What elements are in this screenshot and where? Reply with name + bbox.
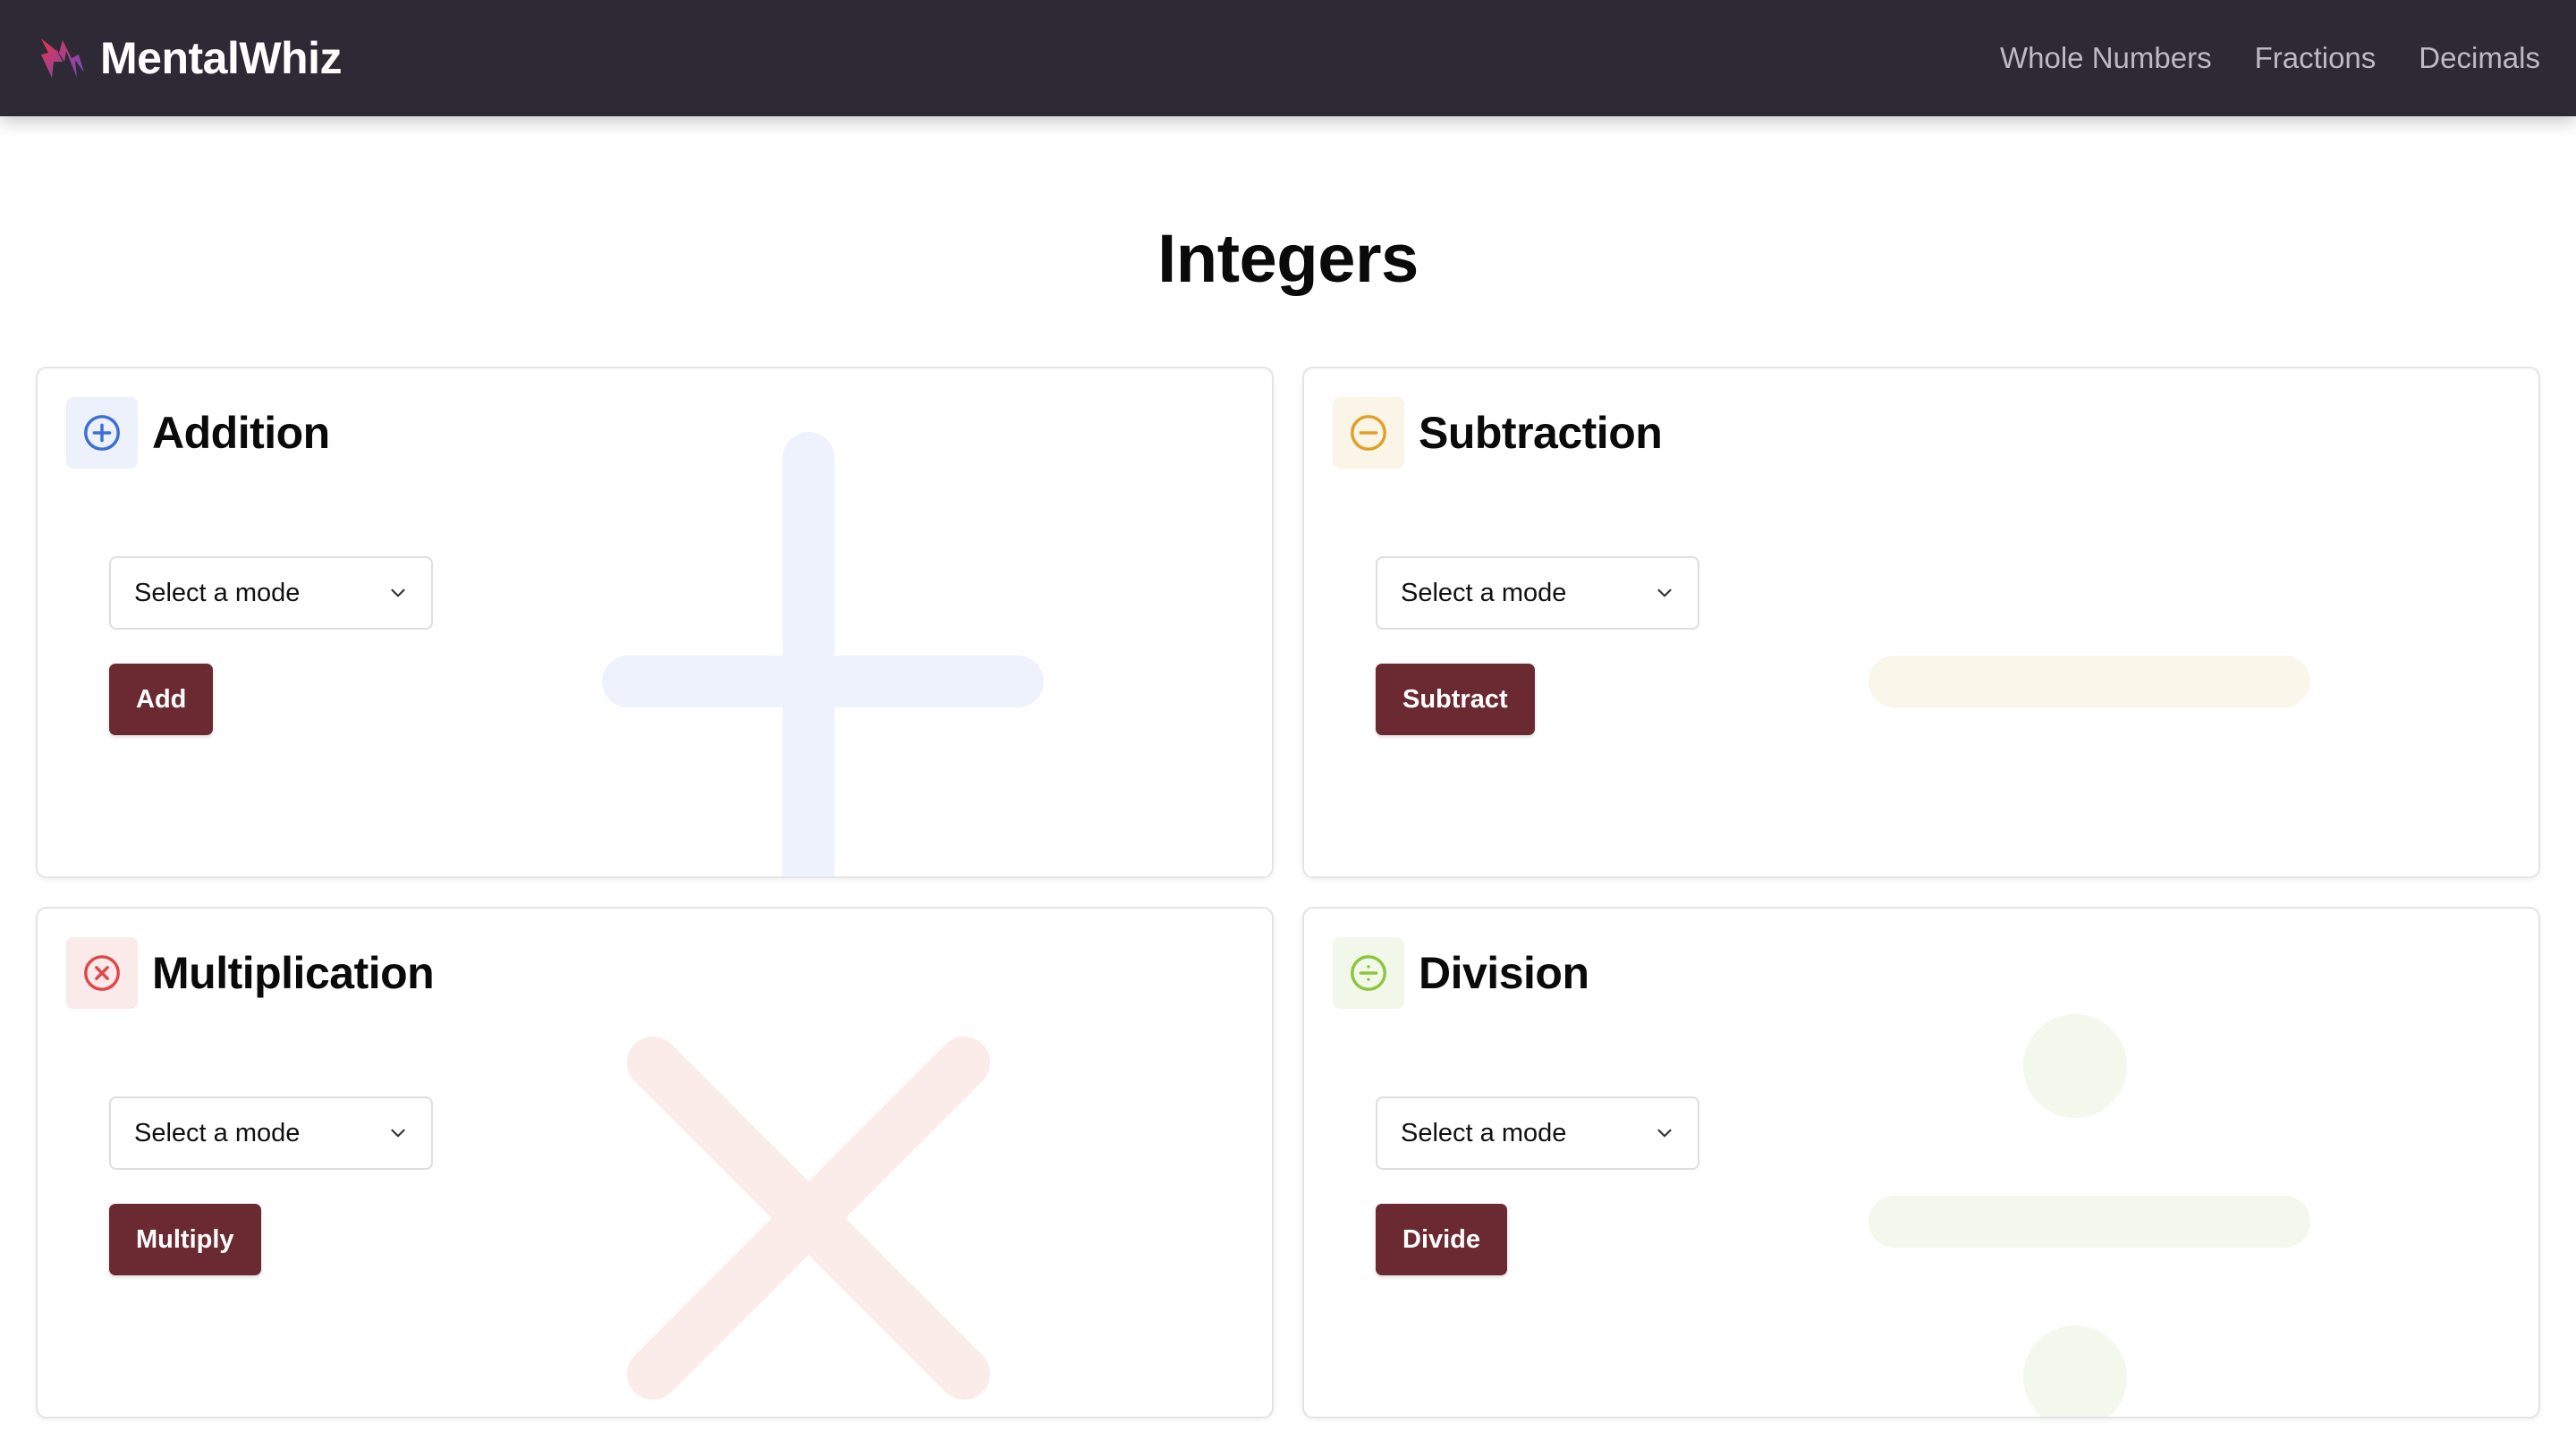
lightning-logo-icon	[41, 38, 84, 78]
chevron-down-icon	[391, 588, 405, 597]
x-circle-icon	[66, 937, 138, 1009]
addition-card: Addition Select a mode Add	[36, 367, 1274, 878]
chevron-down-icon	[1657, 588, 1672, 597]
multiply-button[interactable]: Multiply	[109, 1204, 261, 1275]
card-header: Subtraction	[1333, 397, 1663, 469]
card-title: Subtraction	[1419, 408, 1663, 458]
card-header: Multiplication	[66, 937, 435, 1009]
select-value: Select a mode	[134, 1118, 301, 1147]
divide-button[interactable]: Divide	[1376, 1204, 1508, 1275]
subtract-button[interactable]: Subtract	[1376, 664, 1535, 735]
multiplication-card: Multiplication Select a mode Multiply	[36, 907, 1274, 1418]
card-title: Addition	[152, 408, 330, 458]
nav-link-whole-numbers[interactable]: Whole Numbers	[2000, 41, 2212, 75]
select-value: Select a mode	[134, 578, 301, 607]
divide-circle-icon	[1333, 937, 1404, 1009]
chevron-down-icon	[391, 1129, 405, 1138]
mode-select[interactable]: Select a mode	[1376, 556, 1699, 630]
mode-select[interactable]: Select a mode	[109, 556, 433, 630]
brand-name: MentalWhiz	[100, 33, 342, 83]
subtraction-card: Subtraction Select a mode Subtract	[1302, 367, 2540, 878]
mode-select[interactable]: Select a mode	[1376, 1096, 1699, 1170]
nav-link-decimals[interactable]: Decimals	[2419, 41, 2540, 75]
minus-circle-icon	[1333, 397, 1404, 469]
brand[interactable]: MentalWhiz	[36, 0, 342, 116]
nav-link-fractions[interactable]: Fractions	[2255, 41, 2377, 75]
mode-select[interactable]: Select a mode	[109, 1096, 433, 1170]
plus-circle-icon	[66, 397, 138, 469]
top-navbar: MentalWhiz Whole Numbers Fractions Decim…	[0, 0, 2576, 116]
card-header: Addition	[66, 397, 330, 469]
main-nav: Whole Numbers Fractions Decimals	[2000, 41, 2540, 75]
card-header: Division	[1333, 937, 1589, 1009]
chevron-down-icon	[1657, 1129, 1672, 1138]
division-card: Division Select a mode Divide	[1302, 907, 2540, 1418]
select-value: Select a mode	[1401, 1118, 1567, 1147]
card-title: Multiplication	[152, 948, 435, 998]
card-title: Division	[1419, 948, 1589, 998]
add-button[interactable]: Add	[109, 664, 214, 735]
page-title: Integers	[1157, 221, 1419, 297]
select-value: Select a mode	[1401, 578, 1567, 607]
